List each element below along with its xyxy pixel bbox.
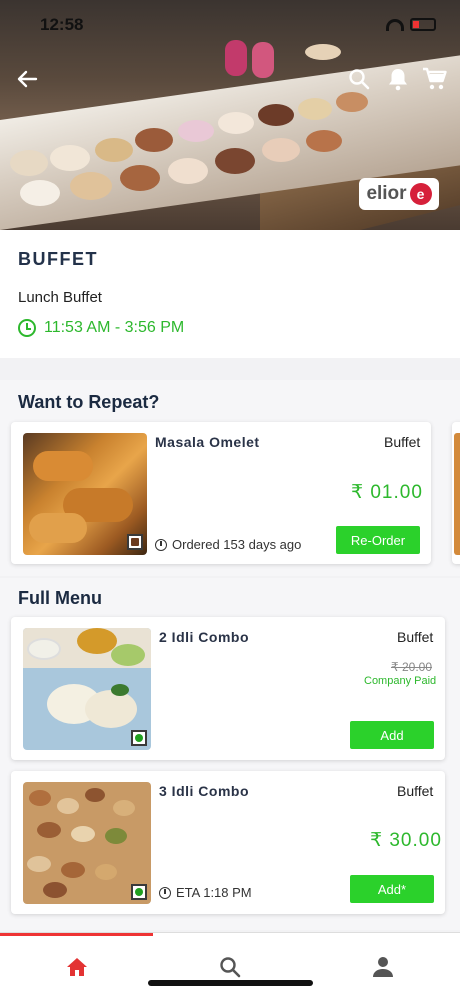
home-indicator [148,980,313,986]
repeat-section: Want to Repeat? Masala Omelet Buffet ₹ 0… [0,380,460,576]
cart-icon[interactable] [420,64,450,94]
menu-item-name: 3 Idli Combo [159,783,249,799]
croissant-image [23,433,147,555]
menu-item-name: 2 Idli Combo [159,629,249,645]
outlet-hours-text: 11:53 AM - 3:56 PM [44,319,185,336]
bottom-navigation [0,932,460,996]
repeat-item-name: Masala Omelet [155,434,260,450]
outlet-hours: 11:53 AM - 3:56 PM [18,319,184,337]
menu-item-strike-price: ₹ 20.00 [391,660,432,674]
non-veg-indicator-icon [127,534,143,550]
add-button[interactable]: Add* [350,875,434,903]
status-time: 12:58 [40,15,84,34]
hero-banner-image: 12:58 elior e [0,0,460,230]
profile-icon[interactable] [368,953,398,981]
active-tab-indicator [0,933,153,936]
battery-icon [410,18,436,31]
clock-icon [18,319,36,337]
menu-item-price: ₹ 30.00 [370,830,442,851]
menu-item-tag: Buffet [397,629,434,645]
search-icon[interactable] [344,64,374,94]
elior-logo: elior e [359,178,439,210]
menu-item-note: Company Paid [364,675,437,687]
dry-fruits-image [23,782,151,904]
repeat-item-price: ₹ 01.00 [351,482,423,503]
menu-item-card[interactable]: 2 Idli Combo Buffet ₹ 20.00 Company Paid… [11,617,445,760]
outlet-title: BUFFET [18,249,98,269]
repeat-section-title: Want to Repeat? [18,392,160,412]
menu-section-title: Full Menu [18,588,102,608]
home-icon[interactable] [62,953,92,981]
menu-item-meta: ETA 1:18 PM [159,885,252,900]
menu-section: Full Menu 2 Idli Combo Buffet ₹ 20.00 Co… [0,578,460,930]
repeat-item-card-next[interactable] [452,422,460,564]
idli-image [23,628,151,750]
reorder-button[interactable]: Re-Order [336,526,420,554]
search-icon[interactable] [215,953,245,981]
repeat-item-meta: Ordered 153 days ago [155,537,301,552]
veg-indicator-icon [131,730,147,746]
outlet-info-card: BUFFET Lunch Buffet 11:53 AM - 3:56 PM [0,230,460,358]
outlet-subtitle: Lunch Buffet [18,289,102,306]
back-arrow-icon[interactable] [12,64,42,94]
clock-icon [159,886,171,899]
bell-icon[interactable] [383,64,413,94]
menu-item-eta: ETA 1:18 PM [176,885,252,900]
repeat-item-tag: Buffet [384,434,421,450]
repeat-item-ordered: Ordered 153 days ago [172,537,302,552]
wifi-icon [386,18,404,31]
add-button[interactable]: Add [350,721,434,749]
menu-item-card[interactable]: 3 Idli Combo Buffet ₹ 30.00 ETA 1:18 PM … [11,771,445,914]
veg-indicator-icon [131,884,147,900]
clock-icon [155,538,167,551]
menu-item-tag: Buffet [397,783,434,799]
status-icons [386,18,436,31]
status-bar: 12:58 [0,0,460,44]
repeat-item-card[interactable]: Masala Omelet Buffet ₹ 01.00 Ordered 153… [11,422,431,564]
